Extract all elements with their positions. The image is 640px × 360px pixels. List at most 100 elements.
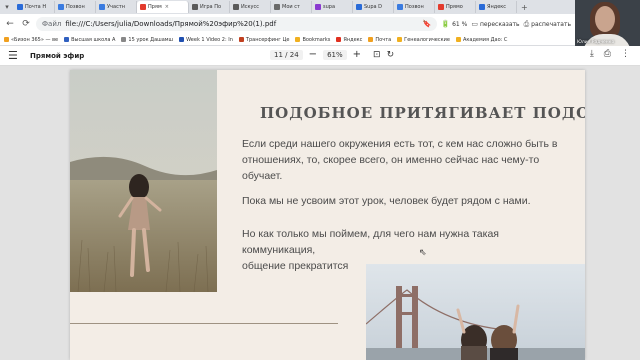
print-pdf-icon[interactable]: ⎙ (604, 49, 611, 59)
person-face (595, 6, 615, 32)
retell-button[interactable]: ▭ пересказать (471, 20, 519, 28)
tab-favicon-icon (479, 4, 485, 10)
bookmark-label: 15 урок Дашамш (128, 36, 174, 43)
browser-tab[interactable]: Яндекс (476, 1, 517, 13)
bookmark-item[interactable]: Трансерфинг Це (238, 37, 289, 43)
tab-favicon-icon (356, 4, 362, 10)
page-indicator[interactable]: 11 / 24 (270, 49, 303, 60)
bookmark-item[interactable]: 15 урок Дашамш (121, 37, 173, 43)
divider-line (70, 323, 338, 324)
zoom-level[interactable]: 61% (323, 49, 347, 60)
battery-icon: 🔋 (441, 20, 451, 28)
bookmark-label: «Бизон 365» — ве (11, 36, 59, 43)
pdf-actions: ⤓ ⎙ ⋮ (590, 49, 630, 59)
browser-tab[interactable]: Искусс (230, 1, 271, 13)
bookmark-favicon-icon (64, 37, 70, 42)
tab-label: supa (323, 4, 336, 10)
browser-tab[interactable]: Supa D (353, 1, 394, 13)
bookmark-favicon-icon (121, 37, 127, 42)
pdf-page: ПОДОБНОЕ ПРИТЯГИВАЕТ ПОДОБНОЕ Если среди… (70, 70, 585, 360)
browser-tab[interactable]: Прямо (435, 1, 476, 13)
tab-favicon-icon (140, 4, 146, 10)
tab-label: Яндекс (487, 4, 507, 10)
tab-label: Почта Н (25, 4, 47, 10)
bookmark-item[interactable]: Высшая школа А (64, 37, 115, 43)
url-scheme-label: Файл (42, 20, 62, 28)
bookmark-item[interactable]: «Бизон 365» — ве (4, 37, 58, 43)
zoom-out-button[interactable]: − (309, 49, 317, 60)
browser-tab[interactable]: Прям × (137, 1, 189, 13)
bookmark-item[interactable]: Week 1 Video 2: In (179, 37, 233, 43)
bookmark-label: Почта (375, 36, 392, 43)
browser-tab[interactable]: supa (312, 1, 353, 13)
retell-icon: ▭ (471, 20, 478, 28)
tab-close-icon[interactable]: × (165, 4, 169, 10)
bookmark-label: Академия Дао: С (462, 36, 508, 43)
fit-page-icon[interactable]: ⊡ (373, 50, 381, 60)
address-bar[interactable]: Файл file:///C:/Users/julia/Downloads/Пр… (36, 17, 438, 31)
tab-label: Мои ст (282, 4, 300, 10)
browser-tab[interactable]: Участн (96, 1, 137, 13)
new-tab-button[interactable]: + (517, 3, 532, 12)
bookmark-item[interactable]: Яндекс (336, 37, 362, 43)
browser-tab[interactable]: Почта Н (14, 1, 55, 13)
tab-favicon-icon (397, 4, 403, 10)
bookmarks-bar: «Бизон 365» — ве Высшая школа А 15 урок Да… (0, 34, 575, 46)
bookmark-item[interactable]: Почта (368, 37, 391, 43)
bookmark-star-icon[interactable]: 🔖 (423, 20, 432, 28)
bookmark-favicon-icon (4, 37, 9, 42)
reload-button[interactable]: ⟳ (20, 18, 32, 30)
bookmark-label: Яндекс (343, 36, 363, 43)
tab-favicon-icon (274, 4, 280, 10)
tab-menu-icon[interactable]: ▾ (0, 1, 14, 13)
pdf-viewer[interactable]: ПОДОБНОЕ ПРИТЯГИВАЕТ ПОДОБНОЕ Если среди… (0, 66, 640, 360)
tab-favicon-icon (233, 4, 239, 10)
slide-heading: ПОДОБНОЕ ПРИТЯГИВАЕТ ПОДОБНОЕ (260, 104, 585, 122)
tab-label: Supa D (364, 4, 383, 10)
tab-favicon-icon (58, 4, 64, 10)
bookmark-favicon-icon (336, 37, 342, 42)
print-button[interactable]: ⎙ распечатать (524, 20, 571, 29)
bookmark-favicon-icon (295, 37, 301, 42)
tab-label: Позвон (66, 4, 85, 10)
bookmark-item[interactable]: Генеалогические (397, 37, 450, 43)
tab-favicon-icon (99, 4, 105, 10)
tab-label: Прям (148, 4, 162, 10)
download-icon[interactable]: ⤓ (590, 49, 594, 59)
page-current[interactable]: 11 (274, 51, 283, 59)
bookmark-favicon-icon (455, 37, 461, 42)
bookmark-favicon-icon (368, 37, 374, 42)
bookmark-favicon-icon (179, 37, 185, 42)
zoom-in-button[interactable]: + (353, 49, 361, 60)
browser-toolbar: ← ⟳ Файл file:///C:/Users/julia/Download… (0, 14, 575, 34)
field-photo (70, 70, 217, 292)
rotate-icon[interactable]: ↻ (387, 50, 395, 60)
paragraph-1: Если среди нашего окружения есть тот, с … (242, 138, 558, 182)
url-text: file:///C:/Users/julia/Downloads/Прямой%… (65, 20, 277, 28)
tab-strip: ▾ Почта Н Позвон Участн Прям × Игра По Искусс М… (0, 0, 575, 14)
battery-indicator: 🔋 61 % (441, 20, 468, 28)
browser-tab[interactable]: Позвон (394, 1, 435, 13)
tab-favicon-icon (192, 4, 198, 10)
bookmark-item[interactable]: Академия Дао: С (455, 36, 508, 43)
paragraph-2: Пока мы не усвоим этот урок, человек буд… (242, 195, 531, 207)
browser-tab[interactable]: Игра По (189, 1, 230, 13)
menu-icon[interactable]: ☰ (8, 49, 24, 62)
tab-favicon-icon (315, 4, 321, 10)
print-icon: ⎙ (523, 19, 530, 28)
tab-label: Прямо (446, 4, 463, 10)
more-options-icon[interactable]: ⋮ (621, 49, 630, 59)
back-button[interactable]: ← (4, 18, 16, 30)
browser-tab[interactable]: Позвон (55, 1, 96, 13)
bookmark-favicon-icon (238, 37, 244, 42)
bookmark-label: Генеалогические (404, 36, 450, 43)
bookmark-label: Высшая школа А (71, 36, 116, 43)
bookmark-label: Week 1 Video 2: In (186, 36, 233, 43)
browser-tab[interactable]: Мои ст (271, 1, 312, 13)
bookmark-favicon-icon (397, 37, 403, 42)
mouse-cursor-icon: ⇖ (419, 248, 427, 258)
bookmark-item[interactable]: Bookmarks (295, 37, 330, 43)
pdf-title: Прямой эфир (30, 51, 85, 60)
pdf-page-controls: 11 / 24 − 61% + ⊡ ↻ (270, 49, 394, 60)
page-total: 24 (289, 50, 299, 59)
